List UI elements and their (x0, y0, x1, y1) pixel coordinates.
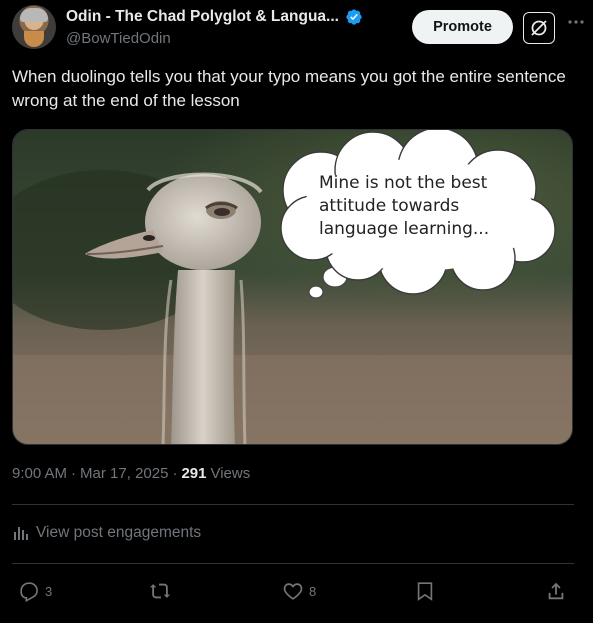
like-button[interactable]: 8 (282, 575, 316, 607)
meta-separator-2: · (172, 465, 178, 482)
divider (12, 563, 574, 564)
view-engagements-link[interactable]: View post engagements (12, 524, 201, 542)
like-count: 8 (309, 583, 317, 599)
grok-glyph-icon (531, 20, 547, 36)
bookmark-button[interactable] (414, 575, 436, 607)
views-label: Views (210, 465, 251, 482)
verified-badge-icon (346, 9, 362, 25)
more-dots-icon (568, 20, 584, 24)
speech-bubble-text: Mine is not the best attitude towards la… (319, 173, 490, 239)
meta-separator: · (71, 465, 77, 482)
analytics-icon (14, 527, 28, 540)
author-name-line: Odin - The Chad Polyglot & Langua... (66, 8, 363, 26)
post-image[interactable]: Mine is not the best attitude towards la… (12, 129, 573, 445)
repost-icon (149, 583, 171, 599)
bookmark-icon (417, 582, 433, 601)
post-header: Odin - The Chad Polyglot & Langua... @Bo… (12, 5, 584, 49)
avatar[interactable] (12, 5, 56, 49)
post-text: When duolingo tells you that your typo m… (12, 67, 566, 110)
post-timestamp: 9:00 AM · Mar 17, 2025 · 291 Views (12, 465, 250, 482)
post-date[interactable]: Mar 17, 2025 (80, 465, 168, 482)
avatar-beard (24, 31, 44, 47)
views-count: 291 (181, 465, 207, 482)
avatar-helmet (20, 8, 48, 22)
heart-icon (283, 583, 303, 600)
author-name[interactable]: Odin - The Chad Polyglot & Langua... (66, 8, 339, 26)
promote-button[interactable]: Promote (412, 10, 513, 44)
reply-count: 3 (45, 583, 53, 599)
repost-button[interactable] (148, 575, 177, 607)
action-bar: 3 8 (12, 575, 572, 607)
more-icon[interactable] (565, 13, 587, 37)
share-icon (548, 582, 564, 600)
author-handle[interactable]: @BowTiedOdin (66, 30, 171, 47)
reply-button[interactable]: 3 (18, 575, 52, 607)
divider (12, 504, 574, 505)
view-engagements-label: View post engagements (36, 524, 202, 541)
reply-icon (20, 582, 38, 602)
grok-icon[interactable] (523, 12, 555, 44)
post-time[interactable]: 9:00 AM (12, 465, 67, 482)
share-button[interactable] (545, 575, 567, 607)
